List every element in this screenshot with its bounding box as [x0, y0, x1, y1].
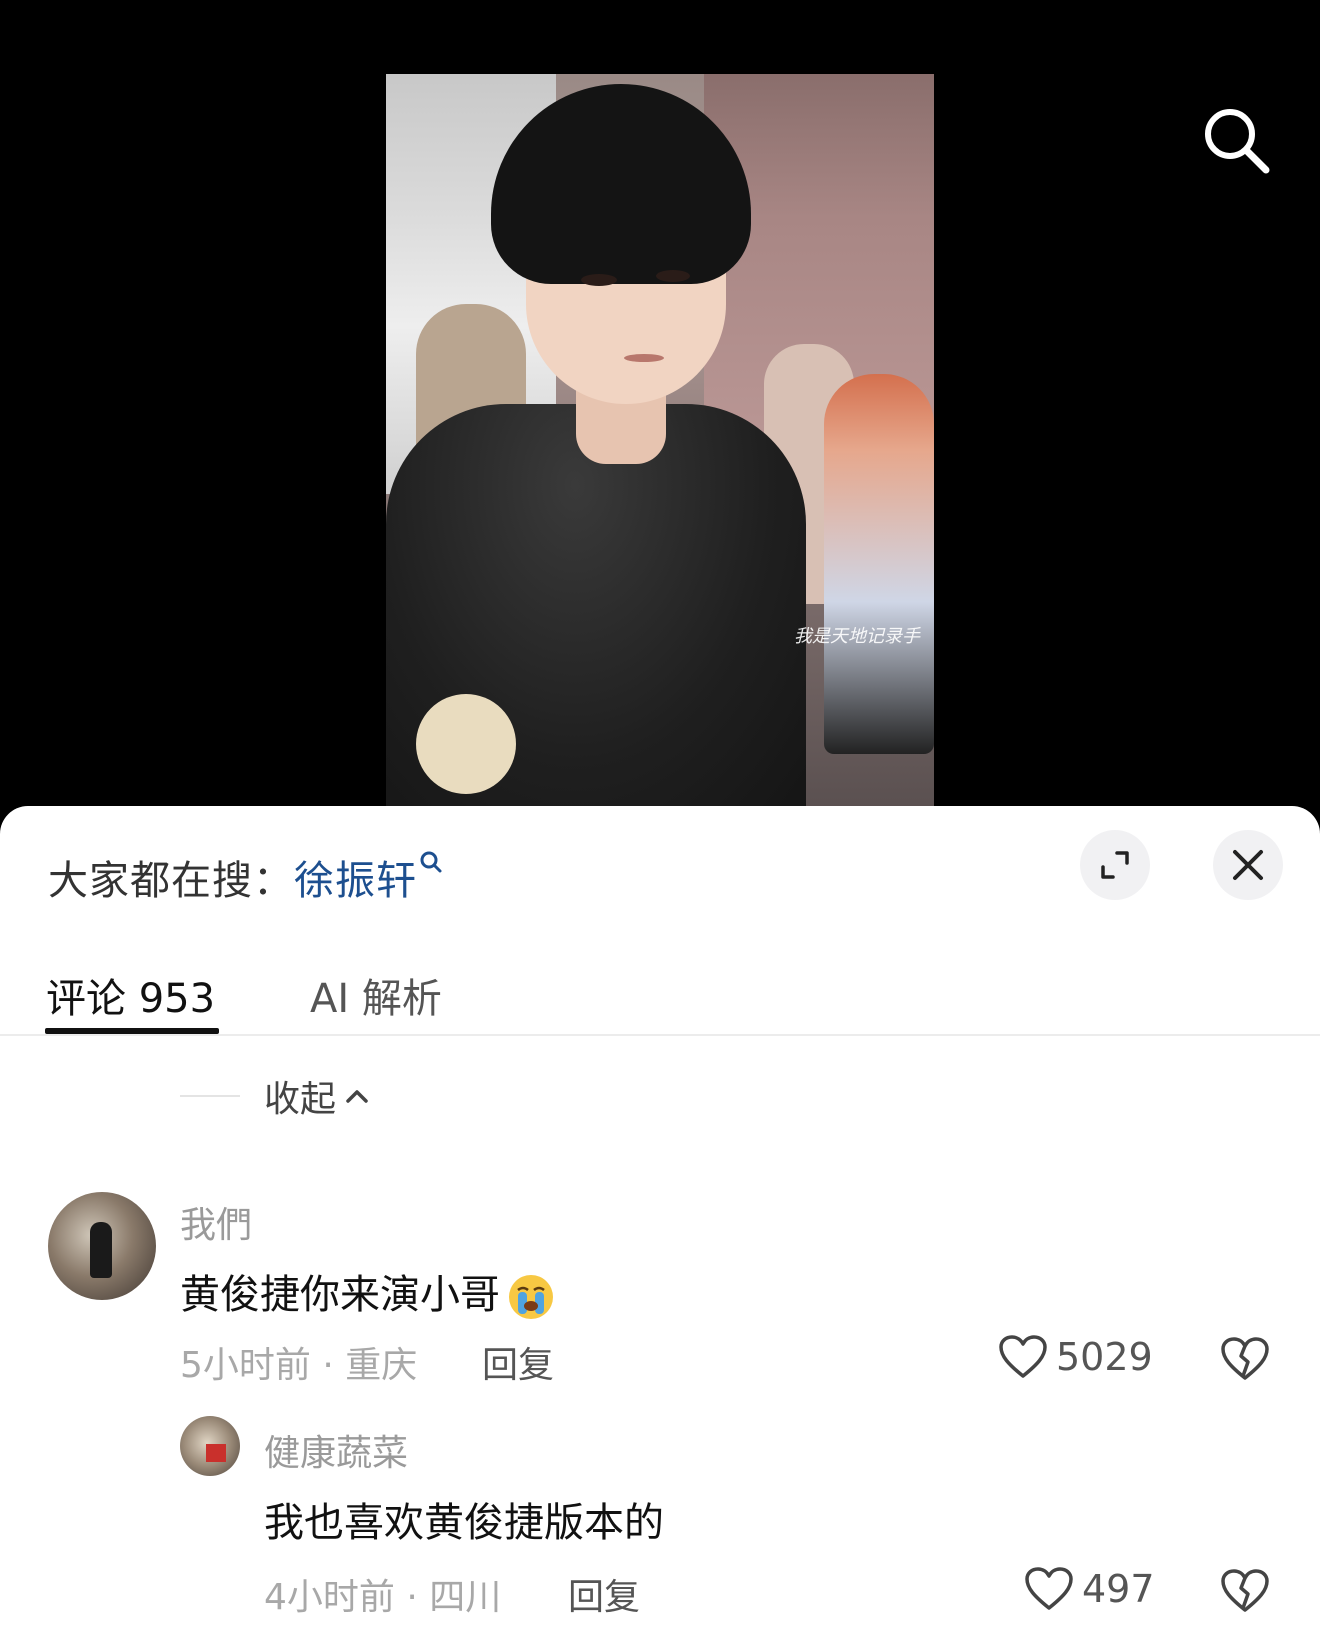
- reply-button[interactable]: 回复: [568, 1568, 640, 1620]
- comment-text: 黄俊捷你来演小哥: [180, 1262, 556, 1322]
- expand-icon: [1101, 851, 1129, 879]
- active-tab-indicator: [45, 1028, 219, 1034]
- video-player[interactable]: 我是天地记录手: [0, 0, 1320, 810]
- tab-ai-analysis[interactable]: AI 解析: [310, 966, 442, 1024]
- tab-bar: 评论 953 AI 解析: [0, 966, 1320, 1036]
- avatar[interactable]: [48, 1192, 156, 1300]
- video-figure: [416, 694, 516, 794]
- avatar-figure: [90, 1222, 112, 1278]
- comment-meta: 5小时前 · 重庆: [180, 1345, 418, 1386]
- dislike-button[interactable]: [1220, 1336, 1270, 1386]
- video-figure: [824, 374, 934, 754]
- video-figure: [656, 270, 690, 282]
- expand-button[interactable]: [1080, 830, 1150, 900]
- video-watermark: 我是天地记录手: [794, 626, 920, 647]
- video-frame[interactable]: 我是天地记录手: [386, 74, 934, 810]
- broken-heart-icon: [1221, 1569, 1269, 1612]
- search-icon: [420, 851, 442, 873]
- crying-face-emoji-icon: [509, 1275, 553, 1319]
- like-button[interactable]: 5029: [998, 1334, 1153, 1380]
- comment-meta: 4小时前 · 四川: [264, 1577, 502, 1618]
- heart-icon: [1025, 1567, 1073, 1610]
- search-button[interactable]: [1200, 104, 1272, 176]
- avatar-figure: [206, 1444, 226, 1462]
- search-icon: [1205, 109, 1270, 174]
- like-button[interactable]: 497: [1024, 1566, 1155, 1612]
- chevron-up-icon: [346, 1090, 368, 1103]
- close-button[interactable]: [1213, 830, 1283, 900]
- video-figure: [624, 354, 664, 362]
- comment-username[interactable]: 我們: [180, 1196, 252, 1248]
- like-count: 5029: [1056, 1335, 1153, 1379]
- video-figure: [581, 274, 617, 286]
- collapse-replies-button[interactable]: 收起: [180, 1070, 372, 1122]
- broken-heart-icon: [1221, 1337, 1269, 1380]
- comment-username[interactable]: 健康蔬菜: [264, 1424, 408, 1476]
- reply-button[interactable]: 回复: [482, 1336, 554, 1388]
- comment-text: 我也喜欢黄俊捷版本的: [264, 1500, 664, 1546]
- heart-icon: [999, 1335, 1047, 1378]
- hot-search-prefix: 大家都在搜：: [48, 858, 294, 904]
- hot-search-bar[interactable]: 大家都在搜：徐振轩: [48, 848, 443, 906]
- dislike-button[interactable]: [1220, 1568, 1270, 1618]
- avatar[interactable]: [180, 1416, 240, 1476]
- hot-search-keyword[interactable]: 徐振轩: [294, 858, 417, 904]
- collapse-label: 收起: [264, 1079, 337, 1120]
- comment-panel: 大家都在搜：徐振轩 评论 953 AI 解析 收起 我們 黄俊捷你来演小哥 5小…: [0, 806, 1320, 1651]
- divider: [180, 1095, 240, 1097]
- comment-text-content: 黄俊捷你来演小哥: [180, 1272, 500, 1318]
- close-icon: [1233, 850, 1263, 880]
- like-count: 497: [1082, 1567, 1155, 1611]
- tab-comments[interactable]: 评论 953: [46, 966, 215, 1024]
